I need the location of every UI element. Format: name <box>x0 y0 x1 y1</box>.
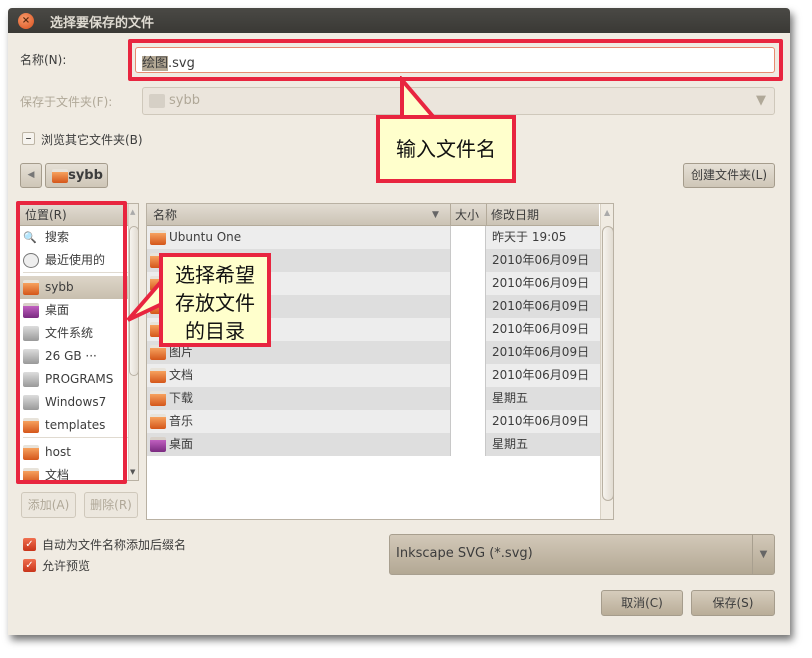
file-modified: 星期五 <box>490 433 601 456</box>
dir-callout-line: 选择希望 <box>175 263 255 287</box>
folder-icon <box>150 230 166 245</box>
dir-callout-line: 的目录 <box>185 319 245 343</box>
create-folder-button[interactable]: 创建文件夹(L) <box>683 163 775 188</box>
dir-callout-line: 存放文件 <box>175 291 255 315</box>
save-in-label: 保存于文件夹(F): <box>20 95 113 109</box>
desktop-icon <box>150 437 166 452</box>
folder-icon <box>150 391 166 406</box>
file-list-panel: 名称 ▼ 大小 修改日期 Ubuntu One 昨天于 19:05 2010年06月… <box>146 203 614 520</box>
file-name: 音乐 <box>169 414 194 428</box>
file-modified: 2010年06月09日 <box>490 272 601 295</box>
auto-extension-checkbox[interactable]: ✓ <box>23 538 36 551</box>
folder-icon <box>150 368 166 383</box>
dir-callout: 选择希望 存放文件 的目录 <box>159 253 271 347</box>
chevron-down-icon: ▼ <box>756 93 766 108</box>
file-size <box>450 226 486 249</box>
home-folder-icon <box>149 94 165 108</box>
path-sybb-button[interactable]: sybb <box>45 163 108 188</box>
folder-icon <box>150 414 166 429</box>
places-highlight-box <box>16 201 127 484</box>
file-size <box>450 433 486 456</box>
file-size <box>450 387 486 410</box>
expander-collapse-icon[interactable]: – <box>22 132 35 145</box>
allow-preview-checkbox[interactable]: ✓ <box>23 559 36 572</box>
allow-preview-label: 允许预览 <box>42 559 91 573</box>
file-row[interactable]: 文档 2010年06月09日 <box>147 364 601 387</box>
add-place-button[interactable]: 添加(A) <box>21 492 76 518</box>
file-row[interactable]: 桌面 星期五 <box>147 433 601 456</box>
name-highlight-box <box>128 39 783 81</box>
path-current-label: sybb <box>68 168 103 183</box>
save-in-value: sybb <box>169 93 200 108</box>
name-label: 名称(N): <box>20 53 67 67</box>
file-row[interactable]: 下载 星期五 <box>147 387 601 410</box>
places-scrollbar[interactable]: ▲ ▼ <box>128 204 138 480</box>
files-scrollbar[interactable]: ▲ <box>600 204 613 519</box>
file-modified: 昨天于 19:05 <box>490 226 601 249</box>
title-bar: × 选择要保存的文件 <box>8 8 790 33</box>
file-size <box>450 295 486 318</box>
file-name: 文档 <box>169 368 194 382</box>
file-list-header: 名称 ▼ 大小 修改日期 <box>147 204 599 226</box>
files-scroll-thumb[interactable] <box>602 226 613 501</box>
file-modified: 2010年06月09日 <box>490 364 601 387</box>
file-modified: 2010年06月09日 <box>490 295 601 318</box>
file-name: Ubuntu One <box>169 230 242 244</box>
chevron-down-icon: ▼ <box>752 535 774 574</box>
column-name[interactable]: 名称 <box>153 204 177 226</box>
file-size <box>450 364 486 387</box>
column-size[interactable]: 大小 <box>450 204 486 226</box>
file-name: 桌面 <box>169 437 194 451</box>
browse-folders-expander[interactable]: 浏览其它文件夹(B) <box>41 131 143 148</box>
file-modified: 2010年06月09日 <box>490 341 601 364</box>
remove-place-button[interactable]: 删除(R) <box>84 492 138 518</box>
file-size <box>450 341 486 364</box>
save-in-combo[interactable]: sybb ▼ <box>142 87 775 115</box>
file-modified: 2010年06月09日 <box>490 249 601 272</box>
column-modified[interactable]: 修改日期 <box>486 204 599 226</box>
folder-icon <box>150 345 166 360</box>
save-button[interactable]: 保存(S) <box>691 590 775 616</box>
sort-descending-icon: ▼ <box>432 210 439 220</box>
close-icon[interactable]: × <box>18 13 34 29</box>
home-folder-icon <box>52 169 68 183</box>
auto-extension-label: 自动为文件名称添加后缀名 <box>42 538 187 552</box>
file-row[interactable]: Ubuntu One 昨天于 19:05 <box>147 226 601 249</box>
file-size <box>450 249 486 272</box>
file-size <box>450 410 486 433</box>
file-size <box>450 272 486 295</box>
cancel-button[interactable]: 取消(C) <box>601 590 683 616</box>
filter-value: Inkscape SVG (*.svg) <box>396 546 533 561</box>
file-name: 下载 <box>169 391 194 405</box>
path-back-button[interactable]: ◀ <box>20 163 42 188</box>
window-title: 选择要保存的文件 <box>50 16 155 31</box>
file-size <box>450 318 486 341</box>
file-modified: 2010年06月09日 <box>490 318 601 341</box>
file-modified: 星期五 <box>490 387 601 410</box>
file-row[interactable]: 音乐 2010年06月09日 <box>147 410 601 433</box>
file-type-filter-combo[interactable]: Inkscape SVG (*.svg) ▼ <box>389 534 775 575</box>
name-callout: 输入文件名 <box>376 115 516 183</box>
file-modified: 2010年06月09日 <box>490 410 601 433</box>
